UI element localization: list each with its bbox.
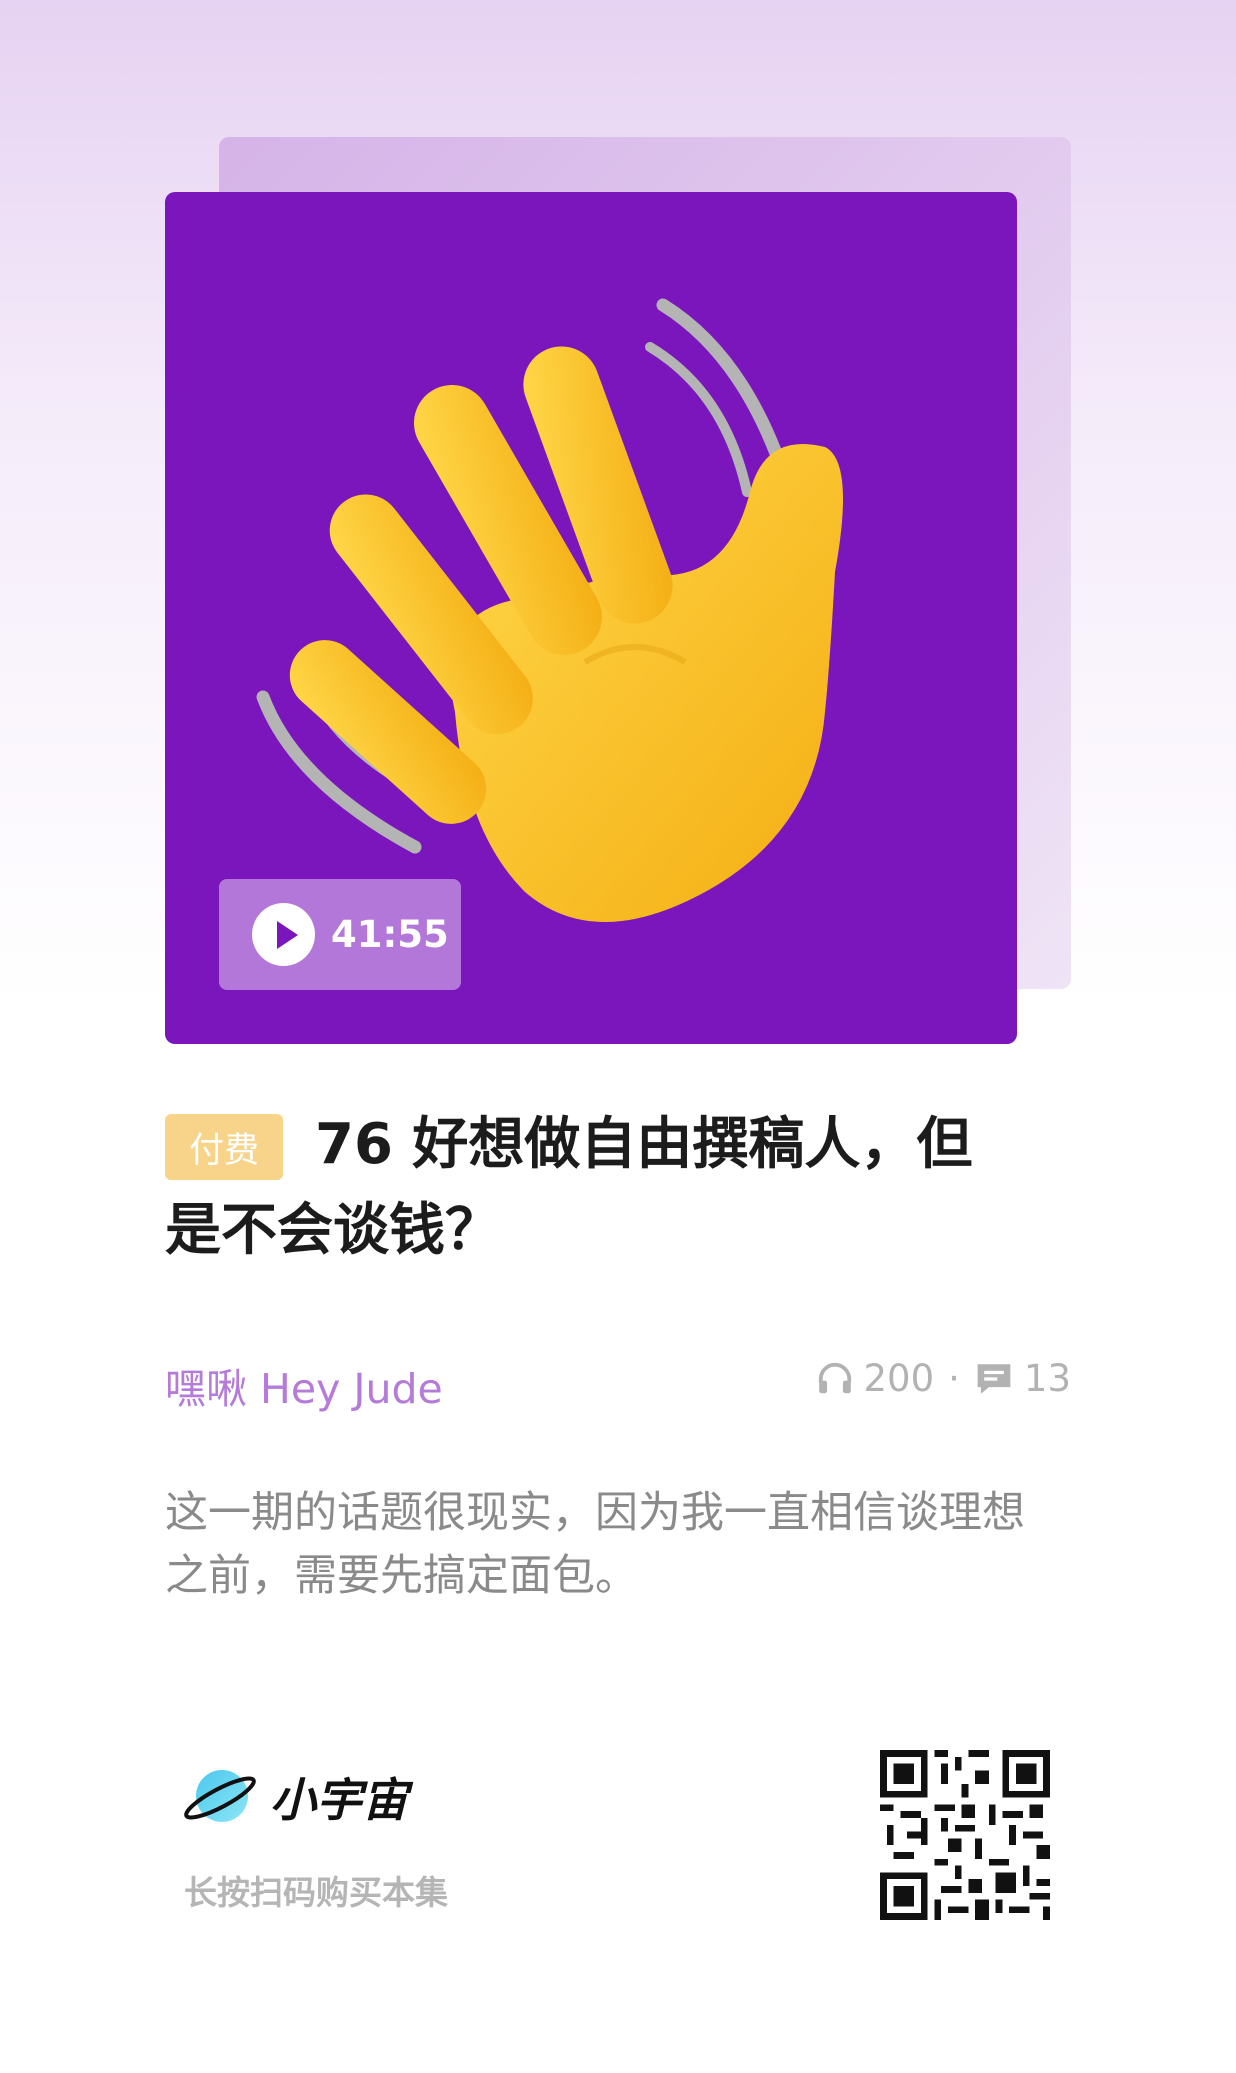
author-name[interactable]: 嘿啾 Hey Jude [165, 1355, 443, 1415]
episode-description: 这一期的话题很现实，因为我一直相信谈理想之前，需要先搞定面包。 [165, 1488, 1025, 1601]
episode-stats: 200 · 13 [816, 1357, 1071, 1400]
play-count: 200 [863, 1357, 935, 1400]
brand-logo: 小宇宙 [180, 1762, 408, 1832]
episode-cover[interactable]: 41:55 [165, 192, 1017, 1044]
duration-badge[interactable]: 41:55 [219, 879, 461, 990]
play-icon[interactable] [252, 903, 315, 966]
brand-name: 小宇宙 [270, 1773, 408, 1827]
stats-separator: · [948, 1357, 960, 1400]
duration-label: 41:55 [331, 913, 449, 956]
planet-logo-icon [184, 1770, 256, 1822]
comment-count: 13 [1023, 1357, 1071, 1400]
qr-code[interactable] [880, 1750, 1050, 1920]
headphone-icon [818, 1362, 851, 1393]
share-poster: 41:55 付费 76 好想做自由撰稿人，但是不会谈钱？ 嘿啾 Hey Jude… [0, 0, 1236, 2073]
scan-to-buy-label: 长按扫码购买本集 [184, 1873, 448, 1912]
comment-icon [977, 1363, 1011, 1394]
episode-title: 76 好想做自由撰稿人，但是不会谈钱？ [165, 1112, 973, 1263]
